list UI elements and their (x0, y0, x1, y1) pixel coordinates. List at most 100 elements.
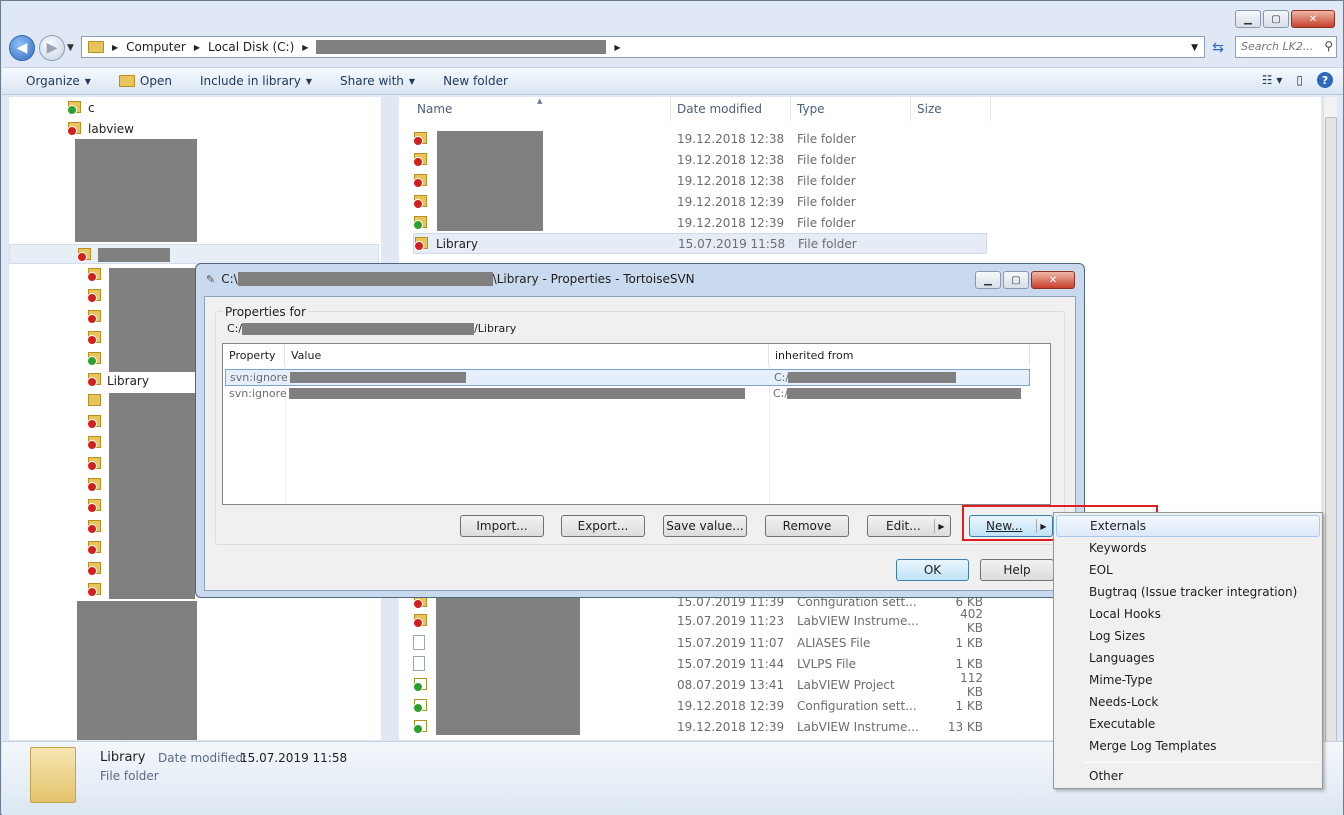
help-button[interactable]: Help (980, 559, 1054, 581)
tree-item-library[interactable]: Library (107, 370, 149, 391)
export-button[interactable]: Export... (561, 515, 645, 537)
preview-pane-icon[interactable]: ▯ (1296, 73, 1303, 87)
menu-item-keywords[interactable]: Keywords (1056, 537, 1320, 559)
edit-split-button[interactable]: Edit... ▶ (867, 515, 951, 537)
button-label: Edit... (886, 519, 921, 533)
column-header-date[interactable]: Date modified (671, 97, 791, 121)
menu-label: Other (1089, 769, 1124, 783)
breadcrumb-local-disk[interactable]: Local Disk (C:) (208, 40, 294, 54)
import-button[interactable]: Import... (460, 515, 544, 537)
dialog-minimize-button[interactable]: ▁ (975, 271, 1001, 289)
back-button[interactable]: ◀ (9, 35, 35, 61)
back-arrow-icon: ◀ (16, 40, 28, 56)
svn-modified-folder-icon[interactable] (87, 456, 102, 471)
save-value-button[interactable]: Save value... (663, 515, 747, 537)
tree-item-c[interactable]: c (67, 97, 95, 118)
menu-item-bugtraq[interactable]: Bugtraq (Issue tracker integration) (1056, 581, 1320, 603)
address-dropdown-icon[interactable]: ▼ (1191, 43, 1198, 53)
forward-arrow-icon: ▶ (46, 40, 58, 56)
menu-item-log-sizes[interactable]: Log Sizes (1056, 625, 1320, 647)
close-button[interactable]: ✕ (1291, 10, 1335, 28)
refresh-icon[interactable]: ⇆ (1207, 37, 1229, 59)
vertical-scrollbar[interactable] (1323, 97, 1337, 757)
file-row-library-selected[interactable]: Library 15.07.2019 11:58 File folder (413, 233, 987, 254)
dialog-close-button[interactable]: ✕ (1031, 271, 1075, 289)
chevron-right-icon[interactable]: ▶ (112, 43, 118, 52)
folder-icon (88, 41, 104, 53)
tree-item-redacted-parent[interactable] (77, 244, 170, 265)
address-bar[interactable]: ▶ Computer ▶ Local Disk (C:) ▶ ▶ ▼ (81, 36, 1205, 58)
open-label: Open (139, 74, 172, 88)
include-in-library-button[interactable]: Include in library ▼ (186, 74, 326, 88)
chevron-right-icon[interactable]: ▶ (302, 43, 308, 52)
search-input[interactable]: Search LK2... ⚲ (1235, 36, 1337, 58)
minimize-button[interactable]: ▁ (1235, 10, 1261, 28)
view-options-icon[interactable]: ☷ ▾ (1262, 73, 1283, 87)
history-dropdown-icon[interactable]: ▼ (67, 43, 74, 53)
svn-modified-folder-icon[interactable] (87, 309, 102, 324)
file-date: 08.07.2019 13:41 (677, 677, 785, 692)
svn-modified-folder-icon (77, 247, 92, 262)
column-header-type[interactable]: Type (791, 97, 911, 121)
svn-modified-folder-icon[interactable] (87, 288, 102, 303)
menu-item-other[interactable]: Other (1056, 765, 1320, 787)
maximize-button[interactable]: ▢ (1263, 10, 1289, 28)
svn-modified-folder-icon[interactable] (87, 561, 102, 576)
chevron-right-icon[interactable]: ▶ (614, 43, 620, 52)
column-header-size[interactable]: Size (911, 97, 991, 121)
column-header-value[interactable]: Value (285, 344, 769, 366)
svn-modified-folder-icon[interactable] (87, 498, 102, 513)
open-button[interactable]: Open (105, 74, 186, 88)
menu-item-mime-type[interactable]: Mime-Type (1056, 669, 1320, 691)
window-controls: ▁ ▢ ✕ (1235, 10, 1335, 28)
caret-down-icon: ▼ (408, 76, 416, 86)
file-type: File folder (798, 236, 857, 251)
chevron-right-icon[interactable]: ▶ (194, 43, 200, 52)
svn-modified-folder-icon[interactable] (87, 435, 102, 450)
scrollbar-thumb[interactable] (1325, 117, 1337, 757)
sort-ascending-icon: ▲ (537, 97, 543, 105)
menu-item-merge-log-templates[interactable]: Merge Log Templates (1056, 735, 1320, 757)
menu-item-needs-lock[interactable]: Needs-Lock (1056, 691, 1320, 713)
new-folder-button[interactable]: New folder (429, 74, 522, 88)
svn-modified-folder-icon[interactable] (87, 372, 102, 387)
folder-icon[interactable] (87, 393, 102, 408)
svn-modified-folder-icon[interactable] (87, 267, 102, 282)
svn-modified-folder-icon[interactable] (87, 477, 102, 492)
breadcrumb-computer[interactable]: Computer (126, 40, 186, 54)
menu-label: Keywords (1089, 541, 1147, 555)
svn-modified-folder-icon[interactable] (87, 540, 102, 555)
svn-modified-folder-icon (413, 194, 428, 209)
svn-modified-folder-icon[interactable] (87, 330, 102, 345)
svn-modified-folder-icon[interactable] (87, 414, 102, 429)
property-row[interactable]: svn:ignore C:/ (225, 386, 1030, 403)
column-label: Name (417, 102, 453, 116)
menu-item-eol[interactable]: EOL (1056, 559, 1320, 581)
chevron-right-icon[interactable]: ▶ (934, 519, 948, 533)
menu-item-externals[interactable]: Externals (1056, 515, 1320, 537)
button-label: Save value... (666, 519, 744, 533)
menu-item-executable[interactable]: Executable (1056, 713, 1320, 735)
column-header-property[interactable]: Property (223, 344, 285, 366)
column-header-inherited[interactable]: inherited from (769, 344, 1030, 366)
menu-item-local-hooks[interactable]: Local Hooks (1056, 603, 1320, 625)
svn-normal-folder-icon[interactable] (87, 351, 102, 366)
help-icon[interactable]: ? (1317, 72, 1333, 88)
svn-modified-folder-icon[interactable] (87, 582, 102, 597)
file-date: 15.07.2019 11:07 (677, 635, 785, 650)
ok-button[interactable]: OK (896, 559, 969, 581)
organize-button[interactable]: Organize ▼ (2, 74, 105, 88)
menu-label: Languages (1089, 651, 1155, 665)
svn-modified-folder-icon[interactable] (87, 519, 102, 534)
remove-button[interactable]: Remove (765, 515, 849, 537)
inherited-prefix: C:/ (773, 387, 789, 400)
redacted-path (242, 323, 475, 335)
menu-item-languages[interactable]: Languages (1056, 647, 1320, 669)
property-name: svn:ignore (230, 371, 288, 384)
tree-item-selected[interactable] (9, 244, 379, 264)
tree-item-labview[interactable]: labview (67, 118, 134, 139)
share-with-button[interactable]: Share with ▼ (326, 74, 429, 88)
forward-button[interactable]: ▶ (39, 35, 65, 61)
dialog-maximize-button[interactable]: ▢ (1003, 271, 1029, 289)
property-row-selected[interactable]: svn:ignore C:/ (225, 369, 1030, 386)
